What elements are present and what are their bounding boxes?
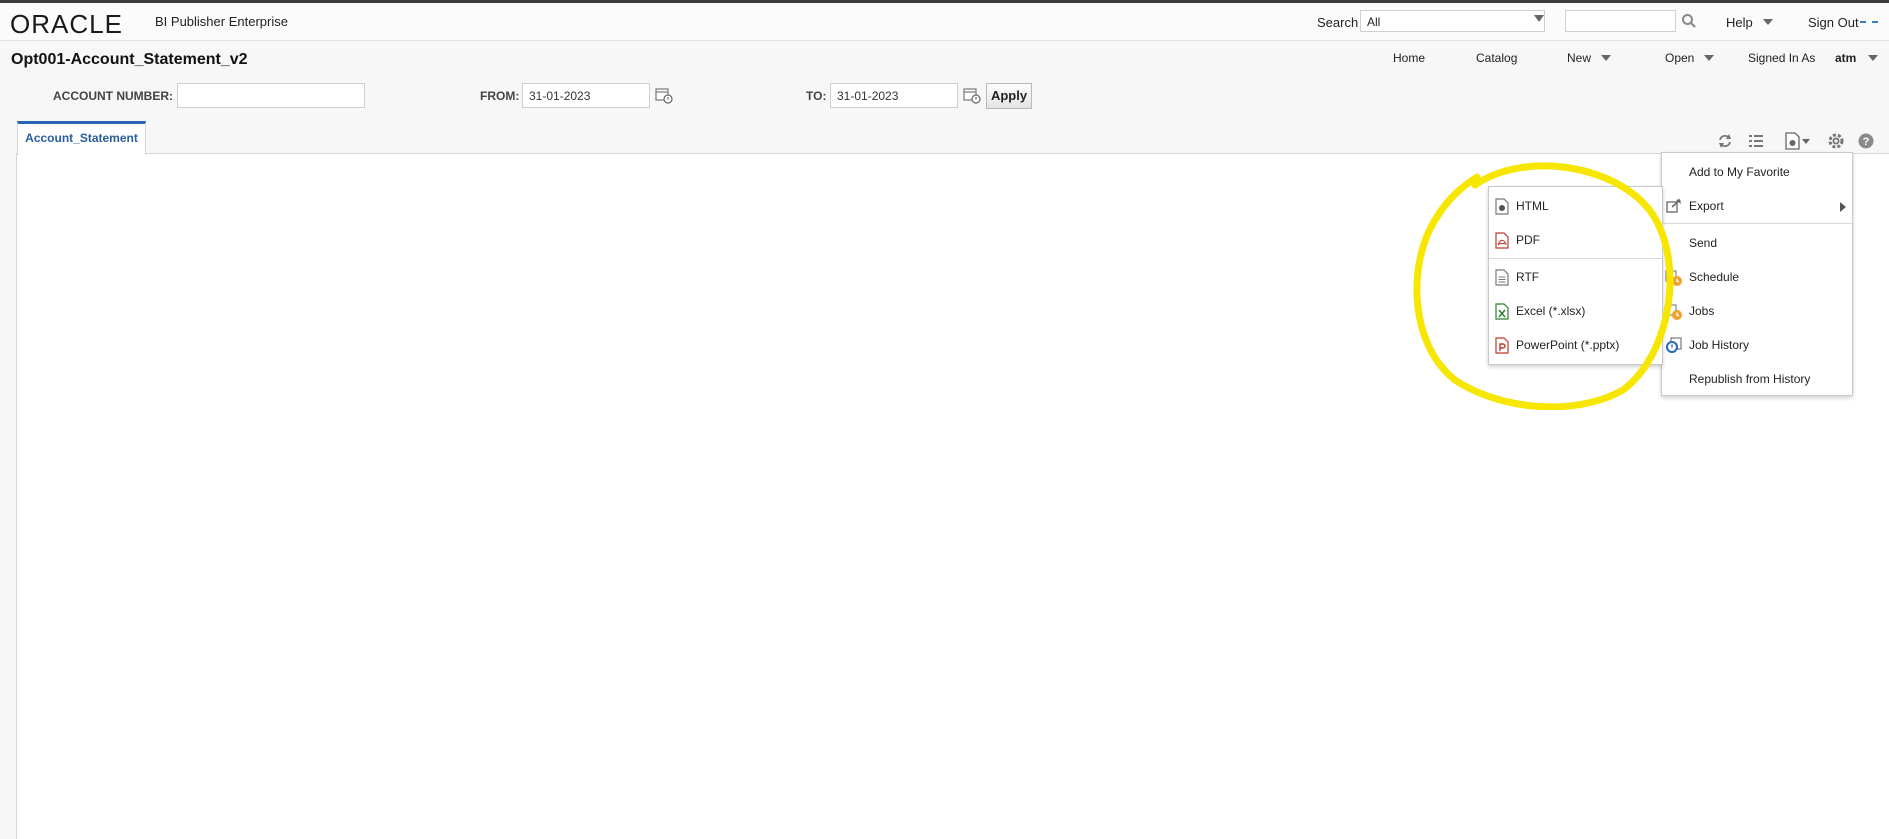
schedule-item[interactable]: Schedule (1662, 268, 1852, 288)
jobs-icon (1665, 304, 1682, 320)
new-menu[interactable]: New (1567, 51, 1591, 65)
export-pdf-item[interactable]: PDF (1489, 231, 1662, 251)
rtf-file-icon (1495, 269, 1509, 286)
actions-menu: Add to My Favorite Export Send Schedule (1661, 152, 1853, 396)
export-rtf-item[interactable]: RTF (1489, 268, 1662, 288)
job-history-item[interactable]: Job History (1662, 336, 1852, 356)
chevron-down-icon[interactable] (1763, 19, 1773, 25)
refresh-icon[interactable] (1716, 132, 1734, 150)
gear-icon[interactable] (1827, 132, 1845, 150)
help-menu[interactable]: Help (1726, 15, 1753, 30)
to-date-input[interactable]: 31-01-2023 (830, 83, 958, 108)
svg-text:?: ? (1863, 136, 1870, 148)
excel-file-icon (1495, 303, 1509, 320)
account-number-label: ACCOUNT NUMBER: (53, 89, 173, 103)
to-label: TO: (806, 89, 827, 103)
more-options-icon[interactable] (1860, 21, 1878, 23)
chevron-down-icon[interactable] (1534, 15, 1544, 22)
page-title: Opt001-Account_Statement_v2 (11, 51, 248, 68)
chevron-right-icon (1840, 202, 1846, 212)
export-submenu: HTML PDF RTF Excel (*.xlsx) PowerPoint ( (1488, 186, 1663, 365)
parameters-list-icon[interactable] (1747, 132, 1765, 150)
oracle-logo: ORACLE (10, 9, 123, 39)
calendar-icon[interactable] (655, 86, 673, 104)
open-menu[interactable]: Open (1665, 51, 1694, 65)
apply-button[interactable]: Apply (986, 83, 1032, 109)
pdf-file-icon (1495, 232, 1509, 249)
account-number-input[interactable] (177, 83, 365, 108)
from-date-input[interactable]: 31-01-2023 (522, 83, 650, 108)
search-scope-select[interactable]: All (1360, 10, 1545, 32)
powerpoint-file-icon (1495, 337, 1509, 354)
chevron-down-icon[interactable] (1704, 55, 1714, 61)
chevron-down-icon[interactable] (1868, 55, 1878, 61)
republish-from-history-item[interactable]: Republish from History (1662, 370, 1852, 390)
add-to-favorite-item[interactable]: Add to My Favorite (1662, 163, 1852, 183)
schedule-icon (1665, 270, 1682, 286)
view-report-icon[interactable] (1784, 132, 1812, 150)
signed-in-as-label: Signed In As (1748, 51, 1816, 65)
search-input[interactable] (1565, 10, 1676, 32)
product-name: BI Publisher Enterprise (155, 14, 288, 29)
send-item[interactable]: Send (1662, 234, 1852, 254)
tab-account-statement[interactable]: Account_Statement (17, 121, 146, 155)
calendar-icon[interactable] (963, 86, 981, 104)
search-icon[interactable] (1681, 13, 1697, 29)
jobs-item[interactable]: Jobs (1662, 302, 1852, 322)
export-item[interactable]: Export (1662, 197, 1852, 217)
chevron-down-icon[interactable] (1601, 55, 1611, 61)
export-icon (1666, 199, 1681, 213)
job-history-icon (1666, 337, 1682, 353)
catalog-link[interactable]: Catalog (1476, 51, 1517, 65)
from-label: FROM: (480, 89, 520, 103)
user-menu[interactable]: atm (1835, 51, 1856, 65)
search-label: Search (1317, 15, 1359, 30)
home-link[interactable]: Home (1393, 51, 1425, 65)
help-icon[interactable]: ? (1857, 132, 1875, 150)
export-html-item[interactable]: HTML (1489, 197, 1662, 217)
sign-out-link[interactable]: Sign Out (1808, 15, 1859, 30)
html-file-icon (1495, 198, 1509, 215)
export-powerpoint-item[interactable]: PowerPoint (*.pptx) (1489, 336, 1662, 356)
export-excel-item[interactable]: Excel (*.xlsx) (1489, 302, 1662, 322)
